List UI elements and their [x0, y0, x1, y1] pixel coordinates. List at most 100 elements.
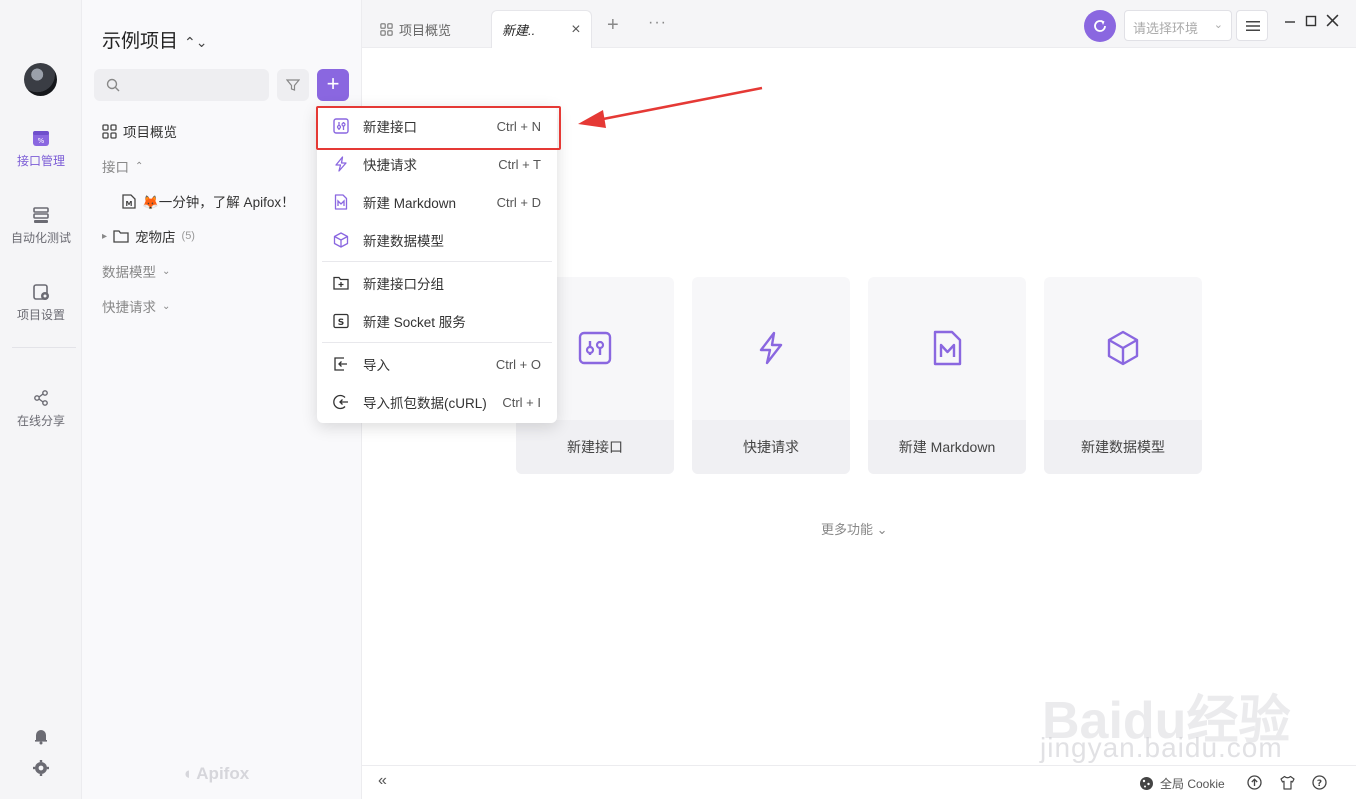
chevron-down-icon: ⌄ — [876, 522, 888, 537]
tab-new[interactable]: 新建.. × — [491, 10, 592, 48]
card-label: 新建接口 — [516, 420, 674, 474]
lightning-icon — [335, 156, 347, 172]
menu-item-quick-request[interactable]: 快捷请求 Ctrl + T — [317, 146, 557, 182]
tree-item-folder[interactable]: ▸ 宠物店 (5) — [102, 226, 195, 246]
menu-button[interactable] — [1236, 10, 1268, 41]
minimize-icon — [1285, 21, 1295, 23]
socket-icon: S — [333, 313, 349, 329]
more-features-link[interactable]: 更多功能 ⌄ — [821, 519, 888, 538]
watermark-url: jingyan.baidu.com — [1040, 732, 1283, 763]
apifox-logo-icon: ◖ — [182, 764, 193, 783]
card-new-data-model[interactable]: 新建数据模型 — [1044, 277, 1202, 474]
maximize-button[interactable] — [1305, 14, 1317, 32]
bell-icon[interactable] — [32, 727, 50, 745]
sync-button[interactable] — [1084, 10, 1116, 42]
hamburger-icon — [1246, 21, 1260, 31]
left-rail: % 接口管理 自动化测试 项目设置 在线分享 — [0, 0, 82, 799]
rail-item-label: 自动化测试 — [10, 231, 71, 245]
markdown-file-icon — [933, 330, 962, 366]
menu-item-import-curl[interactable]: 导入抓包数据(cURL) Ctrl + I — [317, 384, 557, 420]
switch-project-icon: ⌃⌄ — [184, 34, 208, 50]
menu-item-new-data-model[interactable]: 新建数据模型 — [317, 222, 557, 258]
menu-item-new-socket[interactable]: S 新建 Socket 服务 — [317, 303, 557, 339]
shirt-icon[interactable] — [1280, 775, 1295, 790]
rail-item-automation-test[interactable]: 自动化测试 — [0, 205, 82, 246]
close-icon — [1326, 14, 1339, 27]
filter-button[interactable] — [277, 69, 309, 101]
menu-divider — [322, 342, 552, 343]
filter-icon — [286, 79, 300, 91]
search-icon — [106, 78, 120, 92]
markdown-file-icon: M — [122, 193, 136, 209]
menu-item-new-markdown[interactable]: 新建 Markdown Ctrl + D — [317, 184, 557, 220]
card-quick-request[interactable]: 快捷请求 — [692, 277, 850, 474]
import-curl-icon — [333, 394, 348, 410]
avatar[interactable] — [24, 63, 57, 96]
menu-divider — [322, 261, 552, 262]
rail-item-api-management[interactable]: % 接口管理 — [0, 128, 82, 169]
markdown-file-icon — [334, 194, 348, 210]
card-new-markdown[interactable]: 新建 Markdown — [868, 277, 1026, 474]
automation-test-icon — [33, 207, 49, 223]
rail-item-online-share[interactable]: 在线分享 — [0, 388, 82, 429]
new-item-dropdown: 新建接口 Ctrl + N 快捷请求 Ctrl + T 新建 Markdown … — [317, 106, 557, 423]
close-icon[interactable]: × — [571, 21, 580, 39]
help-icon[interactable]: ? — [1312, 775, 1327, 790]
chevron-up-icon: ⌃ — [135, 160, 144, 172]
tab-overview[interactable]: 项目概览 — [380, 10, 451, 48]
refresh-icon — [1094, 20, 1106, 32]
project-settings-icon — [33, 284, 49, 300]
project-title[interactable]: 示例项目 ⌃⌄ — [102, 26, 207, 53]
grid-icon — [380, 22, 393, 36]
section-api[interactable]: 接口 ⌃ — [102, 156, 143, 176]
api-management-icon: % — [33, 131, 49, 146]
add-button[interactable]: + — [317, 69, 349, 101]
new-tab-button[interactable]: + — [607, 14, 619, 37]
tree-item-doc[interactable]: M 🦊一分钟，了解 Apifox！ — [122, 191, 295, 211]
highlight-box — [316, 106, 561, 150]
svg-text:%: % — [38, 137, 45, 145]
svg-text:S: S — [338, 318, 344, 328]
folder-icon — [113, 230, 129, 243]
folder-plus-icon — [333, 276, 349, 290]
lightning-icon — [759, 331, 783, 365]
card-label: 新建数据模型 — [1044, 420, 1202, 474]
global-cookie-button[interactable]: 全局 Cookie — [1139, 775, 1225, 792]
plus-icon: + — [326, 71, 340, 96]
collapse-sidebar-button[interactable]: « — [378, 772, 387, 790]
rail-item-label: 项目设置 — [16, 308, 65, 322]
gear-icon[interactable] — [32, 759, 50, 777]
maximize-icon — [1305, 15, 1317, 27]
caret-right-icon: ▸ — [102, 230, 108, 242]
card-label: 快捷请求 — [692, 420, 850, 474]
import-icon — [334, 357, 347, 371]
share-icon — [34, 390, 48, 406]
overview-item[interactable]: 项目概览 — [102, 121, 177, 141]
menu-item-import[interactable]: 导入 Ctrl + O — [317, 346, 557, 382]
cube-icon — [1107, 330, 1139, 366]
card-label: 新建 Markdown — [868, 420, 1026, 474]
search-input[interactable] — [94, 69, 269, 101]
section-data-models[interactable]: 数据模型 ⌄ — [102, 261, 170, 281]
rail-item-label: 接口管理 — [16, 154, 65, 168]
menu-item-new-api-group[interactable]: 新建接口分组 — [317, 265, 557, 301]
cube-icon — [333, 232, 349, 248]
chevron-down-icon: ⌄ — [1213, 19, 1223, 31]
close-window-button[interactable] — [1326, 14, 1339, 32]
grid-icon — [102, 123, 117, 139]
status-bar: « 全局 Cookie ? — [362, 765, 1356, 799]
chevron-down-icon: ⌄ — [162, 300, 171, 312]
more-tabs-button[interactable]: ··· — [648, 14, 667, 32]
api-icon — [578, 331, 612, 365]
upload-icon[interactable] — [1247, 775, 1262, 790]
environment-select[interactable]: 请选择环境 ⌄ — [1124, 10, 1232, 41]
brand-logo: ◖ Apifox — [182, 764, 250, 783]
svg-text:M: M — [126, 200, 133, 208]
rail-item-label: 在线分享 — [16, 414, 65, 428]
cookie-icon — [1140, 777, 1153, 790]
tab-bar: 项目概览 新建.. × + ··· 请选择环境 ⌄ — [362, 0, 1356, 48]
svg-text:?: ? — [1317, 779, 1322, 789]
minimize-button[interactable] — [1284, 14, 1296, 32]
rail-item-project-settings[interactable]: 项目设置 — [0, 282, 82, 323]
section-quick-requests[interactable]: 快捷请求 ⌄ — [102, 296, 170, 316]
